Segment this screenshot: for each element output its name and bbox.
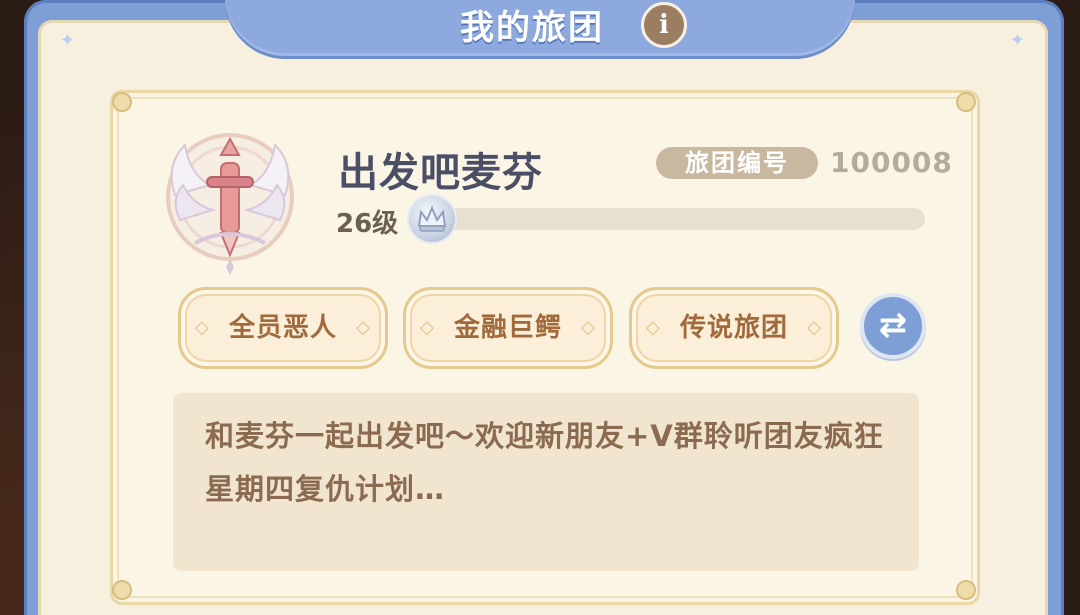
level-progress-bar (425, 208, 925, 230)
guild-level: 26级 (336, 209, 399, 239)
card-corner-ornament (956, 92, 976, 112)
diamond-ornament-icon: ◇ (646, 317, 661, 338)
tag-label: 金融巨鳄 (453, 313, 562, 343)
card-corner-ornament (956, 580, 976, 600)
page-title: 我的旅团 (460, 8, 604, 48)
guild-description: 和麦芬一起出发吧～欢迎新朋友+V群聆听团友疯狂星期四复仇计划… (205, 419, 884, 506)
guild-panel-screen: ✦ ✦ ✦ ✦ 我的旅团 i 出发吧麦芬 旅团编号 100008 26级 ◇ (0, 0, 1080, 615)
sparkle-icon: ✦ (60, 30, 76, 51)
card-corner-ornament (112, 580, 132, 600)
tag-label: 传说旅团 (679, 313, 788, 343)
guild-name: 出发吧麦芬 (338, 150, 543, 196)
diamond-ornament-icon: ◇ (195, 317, 210, 338)
tag-button[interactable]: ◇ 金融巨鳄 ◇ (403, 287, 613, 369)
tag-button[interactable]: ◇ 传说旅团 ◇ (629, 287, 839, 369)
card-corner-ornament (112, 92, 132, 112)
guild-id-value: 100008 (830, 146, 953, 179)
tag-label: 全员恶人 (228, 313, 337, 343)
swap-arrows-icon: ⇄ (878, 305, 908, 345)
sparkle-icon: ✦ (1010, 30, 1026, 51)
swap-tags-button[interactable]: ⇄ (860, 293, 926, 359)
info-icon[interactable]: i (641, 2, 687, 48)
tag-button[interactable]: ◇ 全员恶人 ◇ (178, 287, 388, 369)
winged-sword-emblem-icon[interactable] (155, 125, 305, 275)
diamond-ornament-icon: ◇ (807, 317, 822, 338)
diamond-ornament-icon: ◇ (356, 317, 371, 338)
diamond-ornament-icon: ◇ (581, 317, 596, 338)
guild-id-label: 旅团编号 (656, 147, 818, 179)
crown-icon (409, 196, 455, 242)
diamond-ornament-icon: ◇ (420, 317, 435, 338)
info-glyph: i (659, 10, 669, 40)
